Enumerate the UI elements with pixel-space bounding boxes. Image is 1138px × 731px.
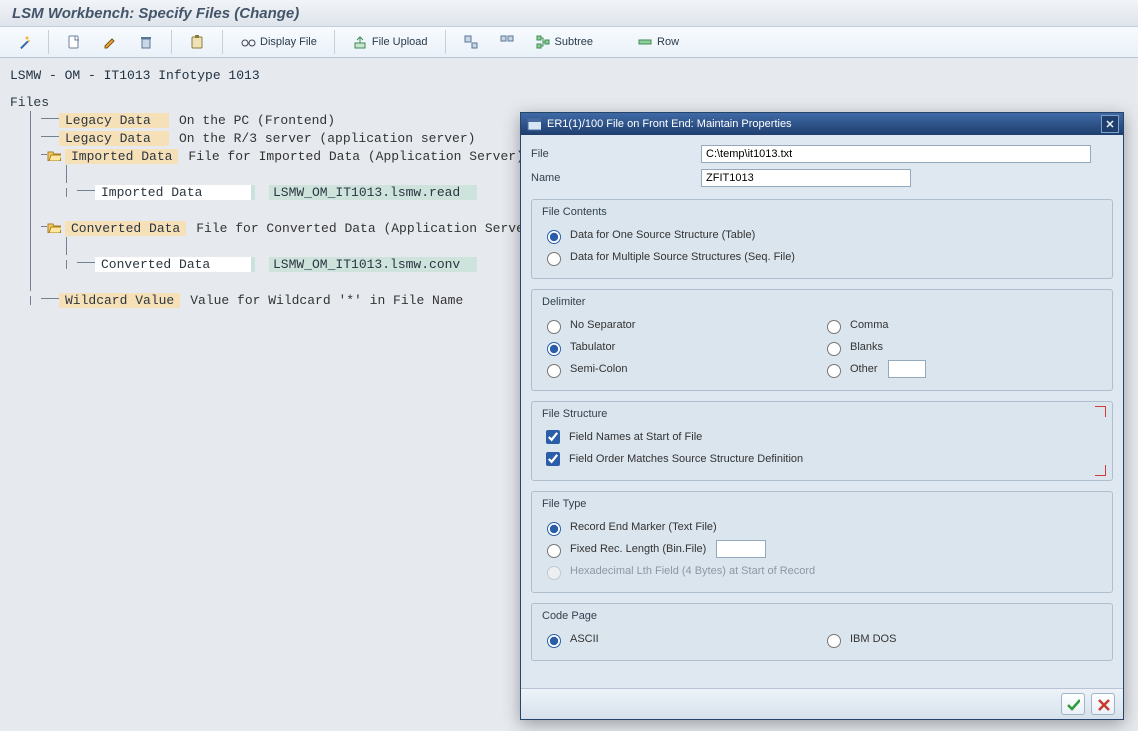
subtree-button[interactable]: Subtree [528,29,601,55]
collapse-button[interactable] [492,29,522,55]
folder-open-icon [47,221,61,233]
file-input[interactable] [701,145,1091,163]
clipboard-icon [189,34,205,50]
expand-icon [463,34,479,50]
group-file-type: File Type Record End Marker (Text File) … [531,491,1113,593]
radio-ascii[interactable]: ASCII [542,631,599,648]
wand-icon [15,34,31,50]
other-delimiter-input[interactable] [888,360,926,378]
dialog-title-text: ER1(1)/100 File on Front End: Maintain P… [547,118,792,130]
new-button[interactable] [59,29,89,55]
dialog-titlebar[interactable]: ER1(1)/100 File on Front End: Maintain P… [521,113,1123,135]
delete-button[interactable] [131,29,161,55]
toolbar: Display File File Upload Subtree Row [0,27,1138,58]
check-field-order[interactable]: Field Order Matches Source Structure Def… [542,449,803,469]
close-icon: ✕ [1105,118,1114,131]
window-icon [527,117,541,131]
paste-button[interactable] [182,29,212,55]
radio-hex-length: Hexadecimal Lth Field (4 Bytes) at Start… [542,563,815,580]
pencil-icon [102,34,118,50]
collapse-icon [499,34,515,50]
file-label: File [531,148,701,160]
upload-icon [352,34,368,50]
radio-no-separator[interactable]: No Separator [542,317,635,334]
edit-button[interactable] [95,29,125,55]
row-icon [637,34,653,50]
trash-icon [138,34,154,50]
page-title-text: LSM Workbench: Specify Files (Change) [12,5,299,22]
display-file-button[interactable]: Display File [233,29,324,55]
group-delimiter: Delimiter No Separator Tabulator Semi-Co… [531,289,1113,391]
expand-button[interactable] [456,29,486,55]
execute-button[interactable] [8,29,38,55]
glasses-icon [240,34,256,50]
check-field-names[interactable]: Field Names at Start of File [542,427,702,447]
radio-ibm-dos[interactable]: IBM DOS [822,631,896,648]
radio-blanks[interactable]: Blanks [822,339,883,356]
group-file-contents: File Contents Data for One Source Struct… [531,199,1113,279]
page-title: LSM Workbench: Specify Files (Change) [0,0,1138,27]
x-icon [1096,697,1110,711]
subtree-icon [535,34,551,50]
radio-single-structure[interactable]: Data for One Source Structure (Table) [542,227,755,244]
cancel-button[interactable] [1091,693,1115,715]
radio-semicolon[interactable]: Semi-Colon [542,361,627,378]
ok-button[interactable] [1061,693,1085,715]
check-icon [1066,697,1080,711]
row-button[interactable]: Row [630,29,686,55]
group-code-page: Code Page ASCII IBM DOS [531,603,1113,661]
dialog-footer [521,688,1123,719]
file-upload-button[interactable]: File Upload [345,29,435,55]
tree-root[interactable]: Files [10,93,1128,111]
document-icon [66,34,82,50]
group-file-structure: File Structure Field Names at Start of F… [531,401,1113,481]
dialog-close-button[interactable]: ✕ [1101,115,1119,133]
folder-open-icon [47,149,61,161]
radio-other[interactable]: Other [822,361,878,378]
radio-comma[interactable]: Comma [822,317,889,334]
name-label: Name [531,172,701,184]
fixed-length-input[interactable] [716,540,766,558]
radio-fixed-length[interactable]: Fixed Rec. Length (Bin.File) [542,541,706,558]
file-properties-dialog: ER1(1)/100 File on Front End: Maintain P… [520,112,1124,720]
radio-record-end[interactable]: Record End Marker (Text File) [542,519,717,536]
radio-multi-structure[interactable]: Data for Multiple Source Structures (Seq… [542,249,795,266]
name-input[interactable] [701,169,911,187]
breadcrumb: LSMW - OM - IT1013 Infotype 1013 [10,66,1128,93]
radio-tabulator[interactable]: Tabulator [542,339,615,356]
